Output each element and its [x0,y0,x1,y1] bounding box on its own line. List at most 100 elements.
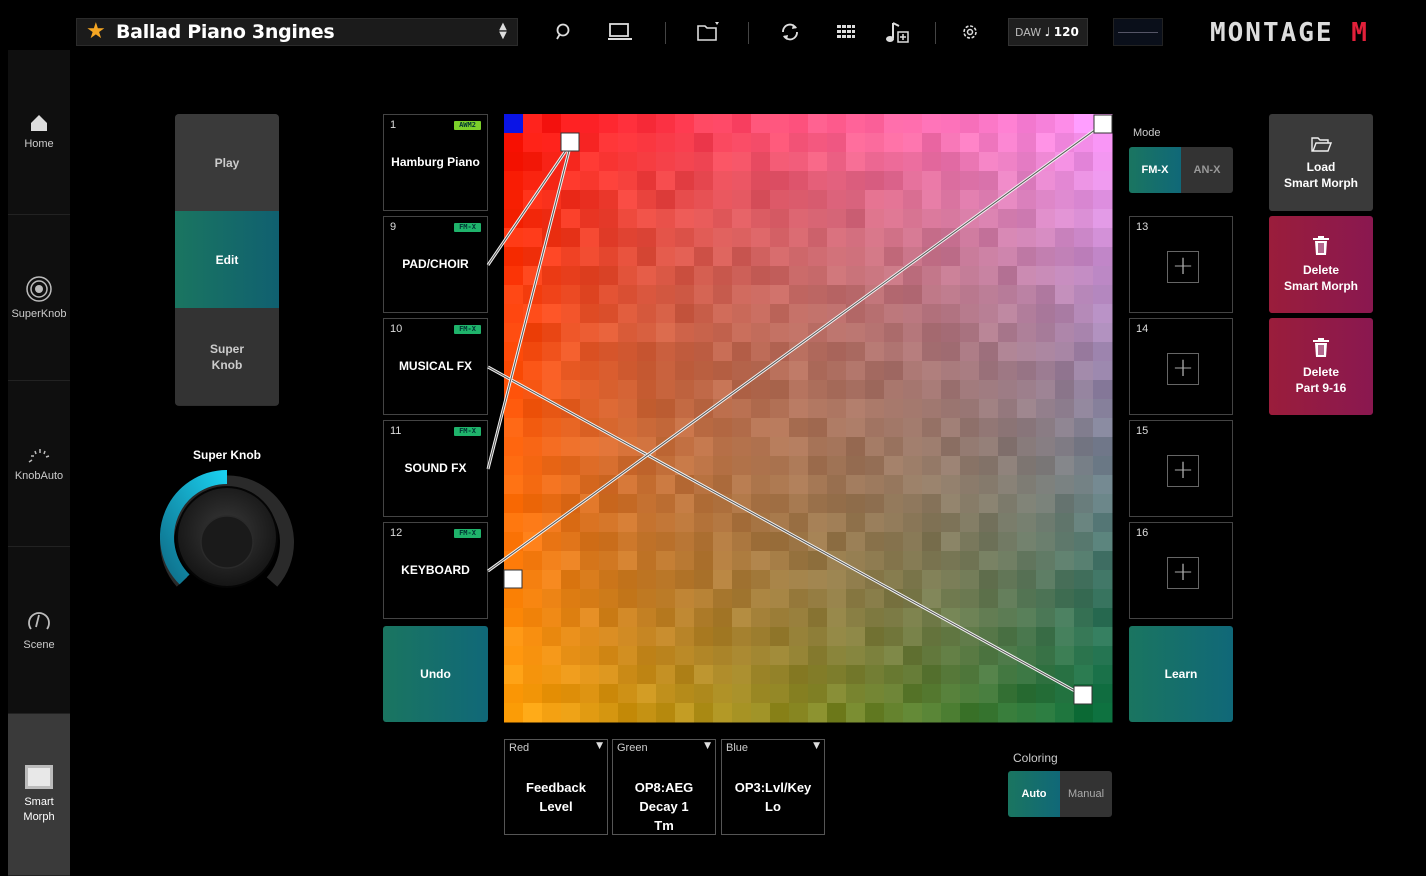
slot-number: 14 [1136,323,1149,335]
part-name: PAD/CHOIR [402,257,469,271]
part-button-10[interactable]: 10 FM-X MUSICAL FX [383,318,488,415]
smart-morph-icon [25,764,53,789]
color-param-red[interactable]: Red ▼ Feedback Level [504,739,608,835]
folder-icon[interactable] [690,16,726,48]
level-meter [1113,18,1163,46]
empty-part-slot-16[interactable]: 16 + [1129,522,1233,619]
scene-icon [28,612,50,630]
part-position-marker [1073,685,1093,705]
mode-selector: Play Edit Super Knob [175,114,279,406]
engine-tag: FM-X [454,325,481,334]
nav-knobauto-label: KnobAuto [14,469,64,482]
add-part-plus-icon[interactable]: + [1167,455,1199,487]
part-name: MUSICAL FX [398,359,473,373]
superknob-icon [26,275,52,302]
nav-smart-morph-label: Smart Morph [23,795,55,823]
engine-tag: AWM2 [454,121,481,130]
color-param-green[interactable]: Green ▼ OP8:AEG Decay 1 Tm [612,739,716,835]
color-param-value: Feedback Level [526,780,586,814]
tempo-value: 120 [1053,25,1079,39]
dropdown-arrow-icon: ▼ [596,741,603,751]
toolbar-divider [748,22,749,44]
brand-suffix: M [1351,18,1369,48]
part-number: 9 [390,221,397,233]
trash-icon [1313,337,1329,357]
load-label: Load Smart Morph [1283,159,1358,190]
engine-tag: FM-X [454,427,481,436]
add-part-plus-icon[interactable]: + [1167,251,1199,283]
toolbar-divider [665,22,666,44]
delete-smart-morph-button[interactable]: Delete Smart Morph [1269,216,1373,313]
engine-tag: FM-X [454,529,481,538]
part-button-12[interactable]: 12 FM-X KEYBOARD [383,522,488,619]
monitor-icon[interactable] [602,16,638,48]
folder-open-icon [1311,136,1332,152]
super-knob-mode-button[interactable]: Super Knob [175,308,279,405]
nav-home[interactable]: Home [8,50,70,215]
delete-smart-morph-label: Delete Smart Morph [1283,262,1358,293]
part-name: SOUND FX [404,461,467,475]
nav-home-label: Home [24,138,54,150]
empty-part-slot-15[interactable]: 15 + [1129,420,1233,517]
sync-icon[interactable] [772,16,808,48]
part-number: 11 [390,425,402,437]
nav-scene[interactable]: Scene [8,547,70,714]
empty-part-slot-14[interactable]: 14 + [1129,318,1233,415]
search-icon[interactable] [546,16,582,48]
learn-button[interactable]: Learn [1129,626,1233,722]
part-button-1[interactable]: 1 AWM2 Hamburg Piano [383,114,488,211]
daw-label: DAW [1015,26,1042,39]
part-number: 1 [390,119,397,131]
mode-label: Mode [1133,127,1161,139]
edit-mode-button[interactable]: Edit [175,211,279,308]
nav-superknob-label: SuperKnob [11,307,67,320]
color-channel-label: Red [509,742,530,754]
play-mode-button[interactable]: Play [175,114,279,211]
slot-number: 15 [1136,425,1149,437]
nav-knobauto[interactable]: KnobAuto [8,381,70,547]
settings-gear-icon[interactable] [952,16,988,48]
anx-mode-button[interactable]: AN-X [1181,147,1233,193]
part-position-marker [503,569,523,589]
load-smart-morph-button[interactable]: Load Smart Morph [1269,114,1373,211]
empty-part-slot-13[interactable]: 13 + [1129,216,1233,313]
add-part-icon[interactable] [878,16,914,48]
part-button-11[interactable]: 11 FM-X SOUND FX [383,420,488,517]
undo-button[interactable]: Undo [383,626,488,722]
slot-number: 13 [1136,221,1149,233]
part-number: 12 [390,527,403,539]
performance-name[interactable]: Ballad Piano 3ngines [116,19,335,45]
color-channel-label: Blue [726,742,749,754]
super-knob[interactable] [160,470,294,604]
daw-tempo-indicator[interactable]: DAW ♩ 120 [1008,18,1088,46]
color-channel-label: Green [617,742,648,754]
brand-logo: MONTAGE M [1210,18,1369,48]
up-down-icon[interactable]: ▲ ▼ [494,19,512,45]
delete-part-button[interactable]: Delete Part 9-16 [1269,318,1373,415]
part-name: KEYBOARD [401,563,470,577]
part-name: Hamburg Piano [391,155,480,169]
nav-superknob[interactable]: SuperKnob [8,215,70,381]
nav-scene-label: Scene [23,639,55,651]
part-button-9[interactable]: 9 FM-X PAD/CHOIR [383,216,488,313]
delete-part-label: Delete Part 9-16 [1295,364,1347,395]
coloring-manual-button[interactable]: Manual [1060,771,1112,817]
fmx-mode-button[interactable]: FM-X [1129,147,1181,193]
part-position-marker [1093,114,1113,134]
coloring-auto-button[interactable]: Auto [1008,771,1060,817]
nav-smart-morph[interactable]: Smart Morph [8,714,70,876]
trash-icon [1313,235,1329,255]
part-number: 10 [390,323,403,335]
slot-number: 16 [1136,527,1149,539]
grid-icon[interactable] [828,16,864,48]
add-part-plus-icon[interactable]: + [1167,353,1199,385]
add-part-plus-icon[interactable]: + [1167,557,1199,589]
favorite-star-icon[interactable]: ★ [86,19,110,45]
brand-text: MONTAGE [1210,18,1334,48]
color-param-value: OP8:AEG Decay 1 Tm [634,780,694,833]
super-knob-label: Super Knob [193,448,261,462]
color-param-blue[interactable]: Blue ▼ OP3:Lvl/Key Lo [721,739,825,835]
map-corner-marker [504,114,523,133]
smart-morph-map[interactable] [486,114,1113,723]
dropdown-arrow-icon: ▼ [704,741,711,751]
